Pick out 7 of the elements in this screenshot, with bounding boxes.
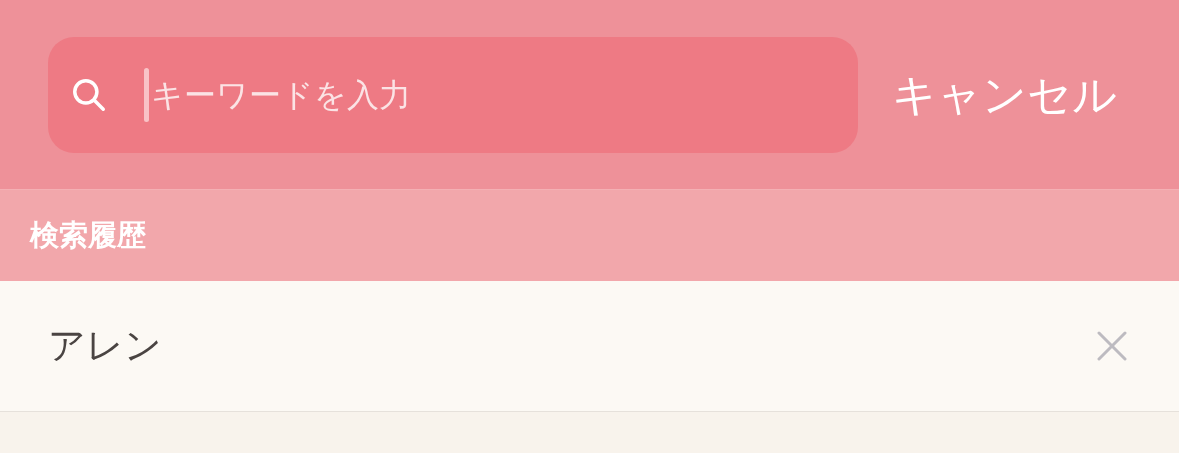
close-icon[interactable] — [1097, 331, 1127, 361]
section-title: 検索履歴 — [30, 217, 146, 253]
search-field[interactable]: キーワードを入力 — [48, 36, 858, 153]
text-cursor — [144, 67, 149, 122]
history-text: アレン — [48, 324, 162, 369]
search-input[interactable]: キーワードを入力 — [151, 70, 751, 119]
history-item[interactable]: アレン — [0, 281, 1179, 412]
